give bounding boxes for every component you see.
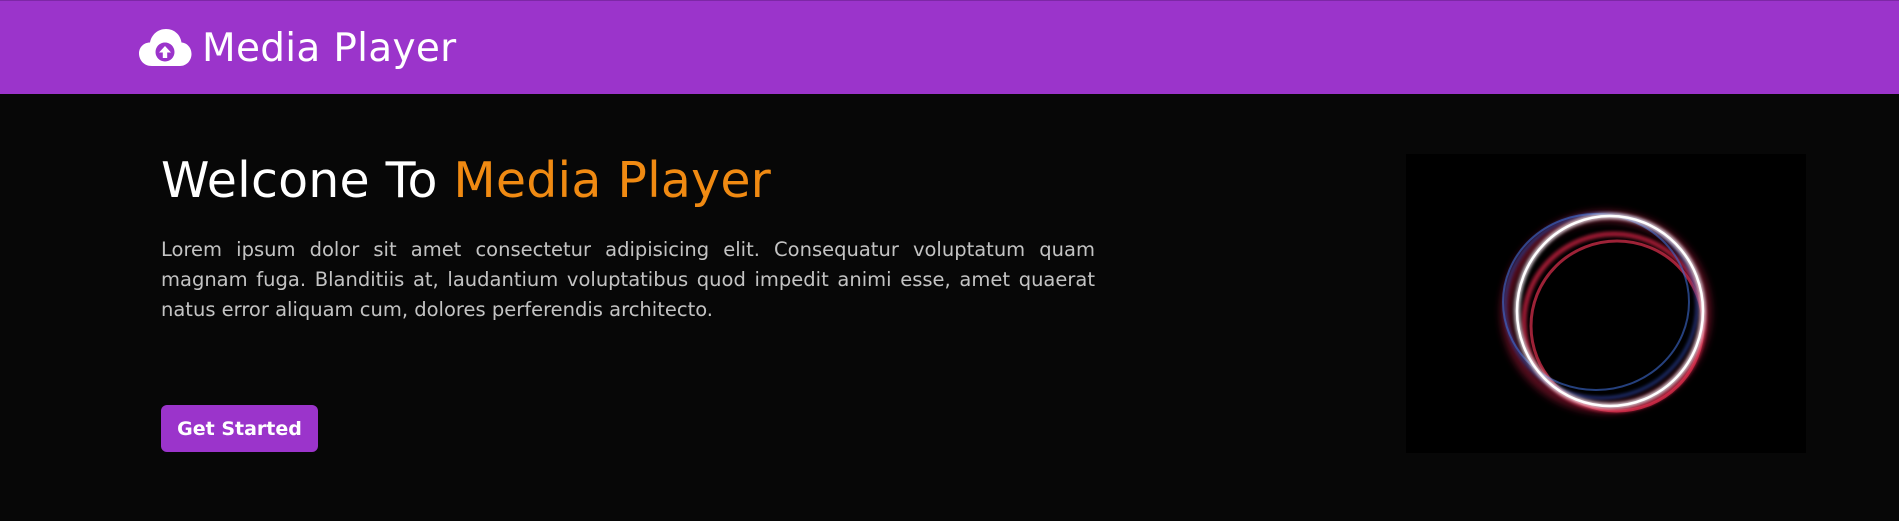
brand-link[interactable]: Media Player [138, 23, 457, 73]
brand-name: Media Player [202, 25, 457, 71]
cloud-upload-icon [139, 29, 192, 66]
get-started-button[interactable]: Get Started [161, 405, 318, 452]
glowing-ring-image [1406, 154, 1806, 453]
hero-title: Welcone To Media Player [161, 152, 771, 209]
navbar: Media Player [0, 0, 1899, 94]
hero-title-accent: Media Player [453, 152, 772, 209]
hero-title-prefix: Welcone To [161, 152, 454, 209]
hero-section: Welcone To Media Player Lorem ipsum dolo… [0, 94, 1899, 521]
hero-description: Lorem ipsum dolor sit amet consectetur a… [161, 238, 1095, 321]
